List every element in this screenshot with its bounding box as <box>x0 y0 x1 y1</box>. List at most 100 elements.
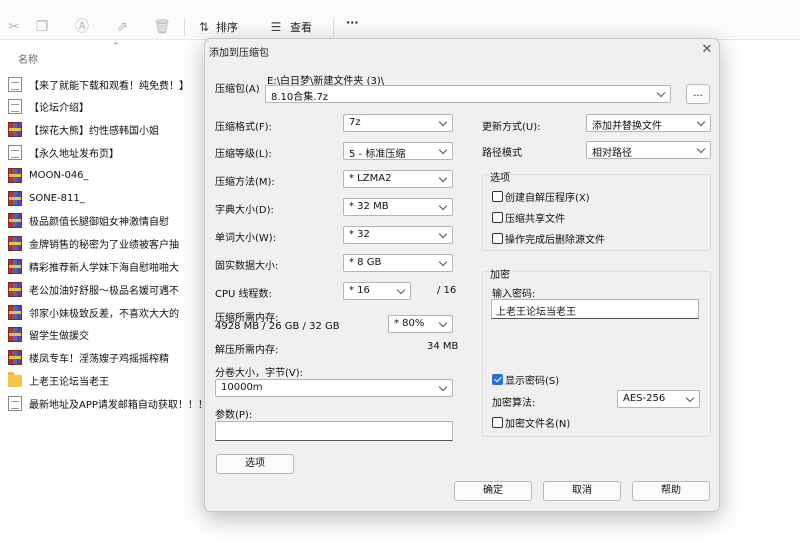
sort-ascending-icon: ⌃ <box>112 42 120 52</box>
rename-icon[interactable]: Ⓐ <box>72 17 92 37</box>
list-item[interactable]: 金牌销售的秘密为了业绩被客户抽 <box>8 234 204 254</box>
split-combo[interactable]: 10000m <box>215 379 453 397</box>
options-group-title: 选项 <box>489 169 511 184</box>
list-item[interactable]: 【永久地址发布页】 <box>8 142 204 162</box>
delete-icon[interactable]: 🗑 <box>152 17 172 37</box>
dialog-title: 添加到压缩包 <box>209 48 269 59</box>
chevron-down-icon[interactable] <box>439 318 448 330</box>
format-select[interactable]: 7z <box>343 114 453 132</box>
enc-method-select[interactable]: AES-256 <box>617 390 700 408</box>
list-item[interactable]: 【探花大熊】约性感韩国小姐 <box>8 120 204 140</box>
list-item[interactable]: MOON-046_ <box>8 165 204 185</box>
decomp-value: 34 MB <box>427 341 459 352</box>
document-icon <box>8 99 22 115</box>
chevron-down-icon[interactable] <box>439 229 448 241</box>
options-button[interactable]: 选项 <box>216 454 294 474</box>
format-label: 压缩格式(F): <box>215 122 272 133</box>
archive-label: 压缩包(A) <box>215 84 260 95</box>
params-input[interactable] <box>215 421 453 441</box>
view-button[interactable]: 查看 <box>290 19 312 35</box>
solid-value: * 8 GB <box>349 257 382 268</box>
show-password-checkbox[interactable]: 显示密码(S) <box>492 372 559 387</box>
enc-method-value: AES-256 <box>623 393 666 404</box>
chevron-down-icon[interactable] <box>686 393 695 405</box>
checkbox-box[interactable] <box>492 374 503 385</box>
password-input[interactable]: 上老王论坛当老王 <box>491 299 699 319</box>
list-item[interactable]: 精彩推荐新人学妹下海自慰啪啪大 <box>8 256 204 276</box>
solid-select[interactable]: * 8 GB <box>343 254 453 272</box>
list-item[interactable]: 楼凤专车！淫荡嫂子鸡摇摇榨精 <box>8 348 204 368</box>
list-item[interactable]: 老公加油好舒服～极品名媛可遇不 <box>8 279 204 299</box>
chevron-down-icon[interactable] <box>397 285 406 297</box>
chevron-down-icon[interactable] <box>439 145 448 157</box>
path-select[interactable]: 相对路径 <box>586 141 711 159</box>
toolbar-divider <box>333 18 334 36</box>
file-name: 老公加油好舒服～极品名媛可遇不 <box>29 285 179 297</box>
file-name: 【来了就能下载和观看！纯免费！】 <box>29 80 189 92</box>
browse-button[interactable]: ... <box>686 84 710 104</box>
toolbar-divider <box>184 18 185 36</box>
delete-after-checkbox[interactable]: 操作完成后删除源文件 <box>492 231 605 246</box>
checkbox-box[interactable] <box>492 191 503 202</box>
chevron-down-icon[interactable] <box>439 117 448 129</box>
path-value: 相对路径 <box>592 148 632 159</box>
chevron-down-icon[interactable] <box>439 382 448 394</box>
update-select[interactable]: 添加并替换文件 <box>586 114 711 132</box>
list-item[interactable]: 上老王论坛当老王 <box>8 370 204 390</box>
mem-detail: 4928 MB / 26 GB / 32 GB <box>215 321 340 332</box>
checkbox-box[interactable] <box>492 417 503 428</box>
create-sfx-checkbox[interactable]: 创建自解压程序(X) <box>492 189 590 204</box>
chevron-down-icon[interactable] <box>439 173 448 185</box>
list-item[interactable]: 【论坛介绍】 <box>8 97 204 117</box>
sort-icon[interactable]: ⇅ <box>194 17 214 37</box>
column-header-name[interactable]: 名称 <box>18 51 38 66</box>
chevron-down-icon[interactable] <box>697 144 706 156</box>
view-icon[interactable]: ☰ <box>266 17 286 37</box>
list-item[interactable]: 极品颜值长腿御姐女神激情自慰 <box>8 211 204 231</box>
list-item[interactable]: 最新地址及APP请发邮箱自动获取！！！ <box>8 393 204 413</box>
share-icon[interactable]: ⇗ <box>112 17 132 37</box>
checkbox-box[interactable] <box>492 212 503 223</box>
sort-button[interactable]: 排序 <box>216 19 238 35</box>
help-button[interactable]: 帮助 <box>632 481 710 501</box>
archive-name-combo[interactable]: 8.10合集.7z <box>265 85 671 103</box>
archive-icon <box>8 350 22 366</box>
cpu-select[interactable]: * 16 <box>343 282 411 300</box>
list-item[interactable]: 【来了就能下载和观看！纯免费！】 <box>8 74 204 94</box>
cut-icon[interactable]: ✂ <box>4 17 24 37</box>
archive-icon <box>8 304 22 320</box>
chevron-down-icon[interactable] <box>439 201 448 213</box>
word-select[interactable]: * 32 <box>343 226 453 244</box>
mem-select[interactable]: * 80% <box>388 315 453 333</box>
explorer-toolbar: ✂ ❐ Ⓐ ⇗ 🗑 ⇅ 排序 ☰ 查看 ··· <box>0 0 800 40</box>
level-label: 压缩等级(L): <box>215 149 272 160</box>
chevron-down-icon[interactable] <box>439 257 448 269</box>
close-icon[interactable]: ✕ <box>698 41 716 59</box>
copy-icon[interactable]: ❐ <box>32 17 52 37</box>
dict-select[interactable]: * 32 MB <box>343 198 453 216</box>
chevron-down-icon[interactable] <box>697 117 706 129</box>
compress-shared-checkbox[interactable]: 压缩共享文件 <box>492 210 565 225</box>
archive-icon <box>8 258 22 274</box>
archive-icon <box>8 281 22 297</box>
more-button[interactable]: ··· <box>346 16 359 29</box>
split-value: 10000m <box>221 382 263 393</box>
file-name: 邻家小妹极致反差，不喜欢大大的 <box>29 308 179 320</box>
encrypt-names-checkbox[interactable]: 加密文件名(N) <box>492 415 570 430</box>
cpu-label: CPU 线程数: <box>215 289 272 300</box>
list-item[interactable]: 留学生做援交 <box>8 325 204 345</box>
solid-label: 固实数据大小: <box>215 261 279 272</box>
archive-icon <box>8 167 22 183</box>
ok-button[interactable]: 确定 <box>454 481 532 501</box>
create-sfx-label: 创建自解压程序(X) <box>505 193 590 204</box>
cancel-button[interactable]: 取消 <box>543 481 621 501</box>
method-select[interactable]: * LZMA2 <box>343 170 453 188</box>
path-label: 路径模式 <box>482 148 522 159</box>
chevron-down-icon[interactable] <box>657 88 666 100</box>
checkbox-box[interactable] <box>492 233 503 244</box>
list-item[interactable]: SONE-811_ <box>8 188 204 208</box>
list-item[interactable]: 邻家小妹极致反差，不喜欢大大的 <box>8 302 204 322</box>
file-name: 【永久地址发布页】 <box>29 148 119 160</box>
split-label: 分卷大小，字节(V): <box>215 368 304 379</box>
level-select[interactable]: 5 - 标准压缩 <box>343 142 453 160</box>
